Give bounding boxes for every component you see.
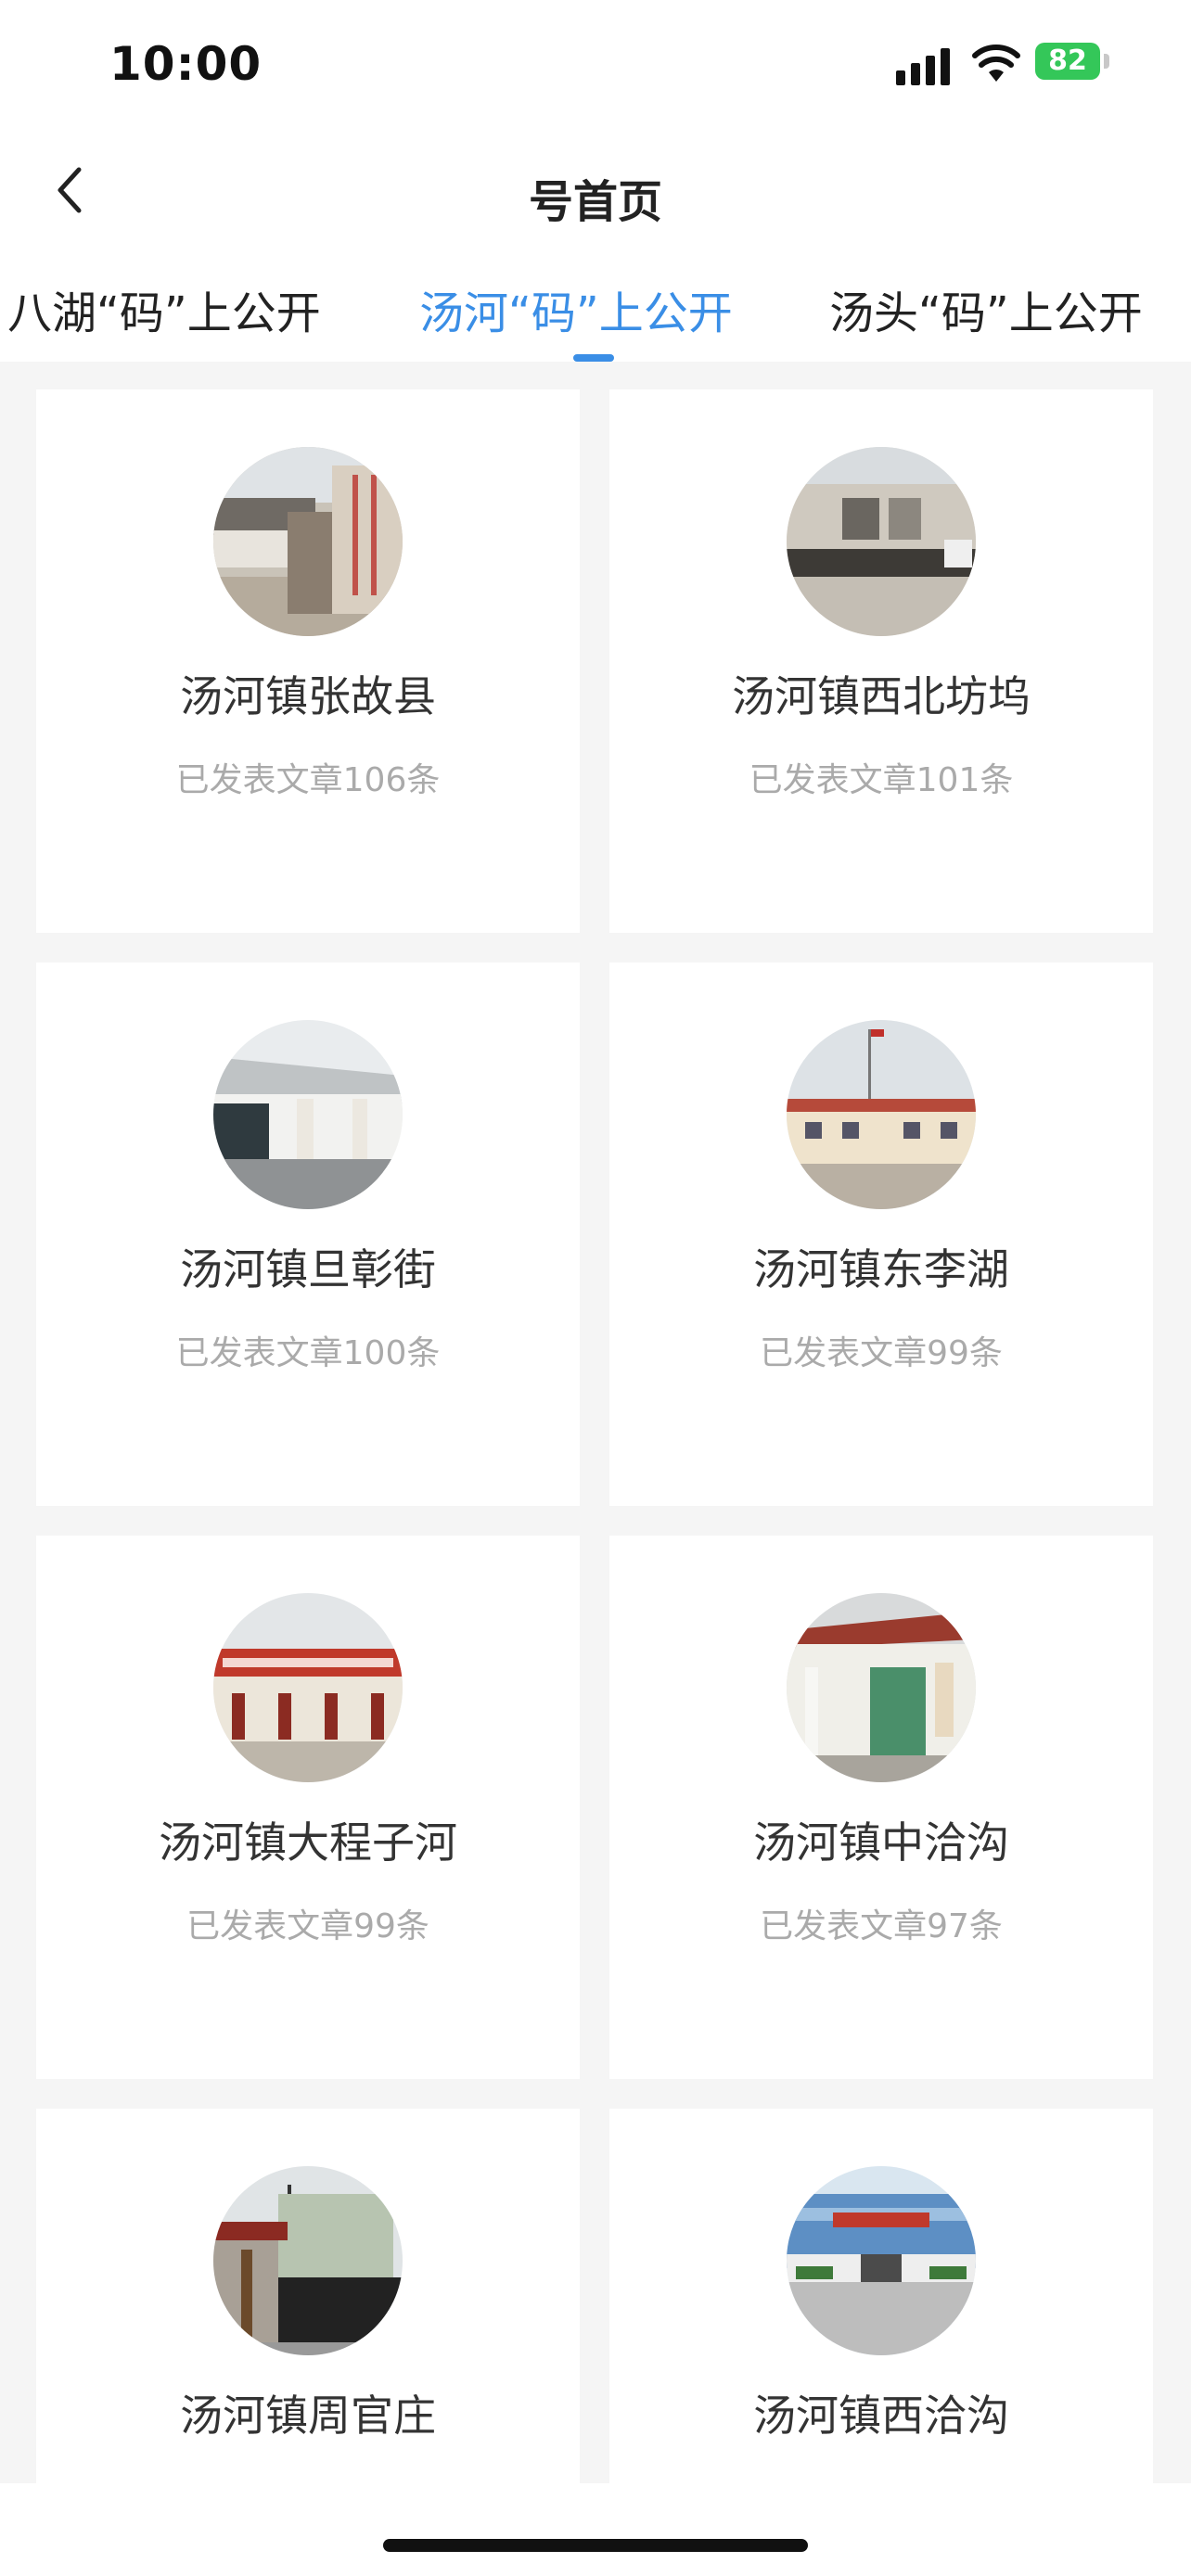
- village-name: 汤河镇张故县: [180, 671, 436, 721]
- village-name: 汤河镇西北坊坞: [732, 671, 1031, 721]
- tab-tangtou[interactable]: 汤头“码”上公开: [829, 276, 1143, 341]
- village-photo: [787, 1020, 976, 1209]
- village-photo: [787, 447, 976, 636]
- village-card[interactable]: 汤河镇旦彰街 已发表文章100条: [36, 963, 580, 1506]
- article-count: 已发表文章100条: [175, 1334, 441, 1372]
- tab-bahu[interactable]: 八湖“码”上公开: [7, 276, 321, 341]
- village-grid: 汤河镇张故县 已发表文章106条 汤河镇西北坊坞 已发表文章101条 汤河镇旦彰…: [0, 389, 1191, 2483]
- village-card[interactable]: 汤河镇西北坊坞 已发表文章101条: [609, 389, 1153, 933]
- village-photo: [213, 2166, 403, 2355]
- village-name: 汤河镇旦彰街: [180, 1244, 436, 1294]
- page-title: 号首页: [528, 176, 662, 228]
- village-photo: [787, 1593, 976, 1782]
- home-indicator[interactable]: [383, 2539, 808, 2552]
- battery-tip: [1104, 54, 1109, 69]
- navigation-bar: 号首页: [0, 139, 1191, 250]
- village-name: 汤河镇中洽沟: [753, 1817, 1009, 1868]
- article-count: 已发表文章99条: [186, 1907, 429, 1945]
- status-bar: 10:00 82: [0, 0, 1191, 139]
- village-name: 汤河镇周官庄: [180, 2391, 436, 2441]
- article-count: 已发表文章97条: [760, 1907, 1003, 1945]
- cellular-signal-icon: [896, 48, 950, 85]
- village-card[interactable]: 汤河镇周官庄: [36, 2109, 580, 2483]
- village-card[interactable]: 汤河镇大程子河 已发表文章99条: [36, 1536, 580, 2079]
- tab-bar: 八湖“码”上公开 汤河“码”上公开 汤头“码”上公开: [0, 250, 1191, 362]
- active-tab-indicator: [573, 354, 614, 362]
- article-count: 已发表文章106条: [175, 761, 441, 799]
- village-name: 汤河镇大程子河: [159, 1817, 457, 1868]
- tab-tanghe[interactable]: 汤河“码”上公开: [419, 276, 733, 341]
- village-photo: [213, 447, 403, 636]
- article-count: 已发表文章99条: [760, 1334, 1003, 1372]
- village-card[interactable]: 汤河镇中洽沟 已发表文章97条: [609, 1536, 1153, 2079]
- village-card[interactable]: 汤河镇张故县 已发表文章106条: [36, 389, 580, 933]
- wifi-icon: [972, 45, 1020, 82]
- status-time: 10:00: [109, 37, 263, 91]
- village-photo: [213, 1593, 403, 1782]
- village-photo: [213, 1020, 403, 1209]
- village-card[interactable]: 汤河镇东李湖 已发表文章99条: [609, 963, 1153, 1506]
- village-name: 汤河镇西洽沟: [753, 2391, 1009, 2441]
- village-name: 汤河镇东李湖: [753, 1244, 1009, 1294]
- battery-icon: 82: [1035, 43, 1100, 80]
- home-indicator-area: [0, 2483, 1191, 2576]
- article-count: 已发表文章101条: [749, 761, 1014, 799]
- village-photo: [787, 2166, 976, 2355]
- village-card[interactable]: 汤河镇西洽沟: [609, 2109, 1153, 2483]
